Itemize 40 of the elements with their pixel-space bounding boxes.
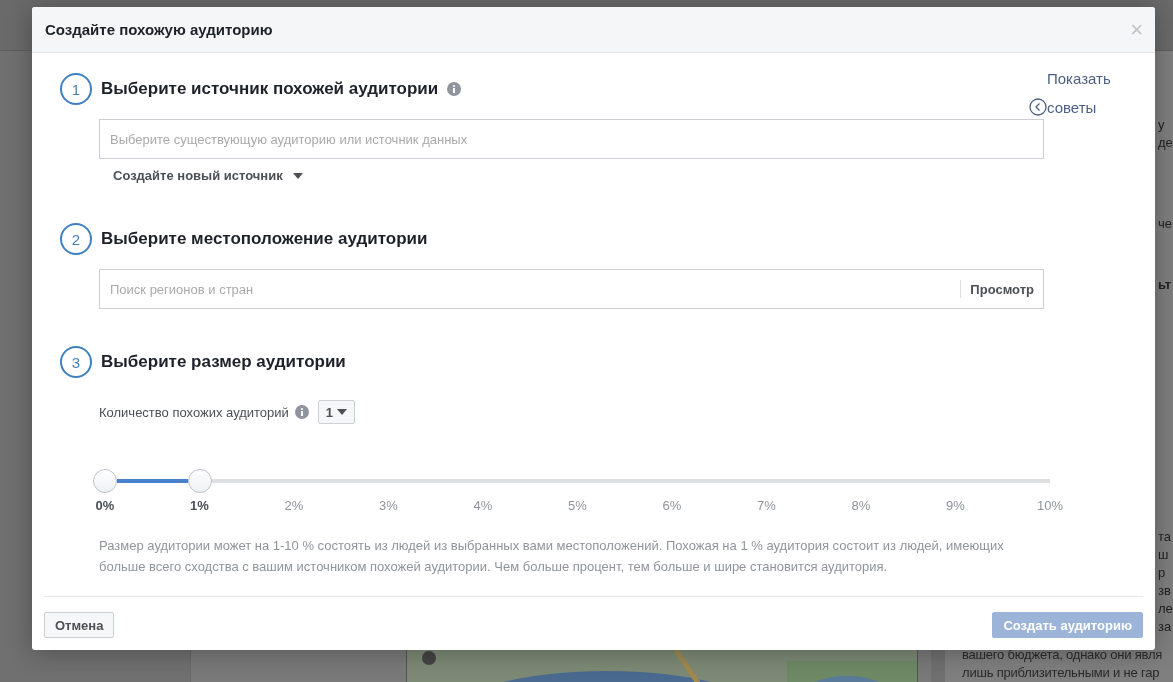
background-text: ш	[1158, 546, 1169, 565]
section-title: Выберите источник похожей аудитории	[101, 79, 439, 99]
background-text: лишь приблизительными и не гар	[962, 664, 1160, 682]
source-field[interactable]: Выберите существующую аудиторию или источник данных	[99, 119, 1044, 159]
background-text: зв	[1158, 582, 1171, 601]
tick-label: 7%	[757, 498, 776, 513]
tick-label: 10%	[1037, 498, 1063, 513]
tick-label: 3%	[379, 498, 398, 513]
background-text: р	[1158, 564, 1166, 583]
show-tips-link[interactable]: Показать советы	[1029, 64, 1119, 122]
background-text: ьт	[1158, 276, 1172, 295]
section-title: Выберите размер аудитории	[101, 352, 346, 372]
size-description: Размер аудитории может на 1-10 % состоять из людей из выбранных вами местоположений. Похожая на 1 % аудитория состоит из людей, имеющих больше всего сходства с вашим источником похожей аудитории. Чем больше процент, тем больше и шире становится аудитория.	[99, 537, 1005, 576]
background-text: че	[1158, 214, 1172, 233]
step-number: 2	[60, 223, 92, 255]
count-dropdown[interactable]: 1	[317, 400, 356, 424]
background-text: вашего бюджета, однако они явля	[962, 646, 1163, 664]
step-number: 3	[60, 346, 92, 378]
tick-label: 1%	[190, 498, 209, 513]
location-search-field[interactable]: Поиск регионов и стран	[100, 270, 961, 308]
background-text: та	[1158, 528, 1172, 547]
background-text: у	[1158, 115, 1165, 134]
create-source-link[interactable]: Создайте новый источник	[113, 168, 303, 183]
background-text: де	[1158, 133, 1173, 152]
tick-label: 5%	[568, 498, 587, 513]
tick-label: 6%	[662, 498, 682, 513]
browse-button[interactable]: Просмотр	[960, 280, 1043, 298]
tick-label: 9%	[946, 498, 965, 513]
tick-label: 2%	[284, 498, 304, 513]
search-field[interactable]: Поиск регионов и стран Просмотр	[99, 269, 1044, 309]
background-text: ле	[1158, 600, 1173, 619]
section-title: Выберите местоположение аудитории	[101, 229, 428, 249]
dialog-title: Создайте похожую аудиторию	[45, 21, 273, 38]
tick-label: 4%	[473, 498, 493, 513]
step-number: 1	[60, 73, 92, 105]
count-label: Количество похожих аудиторий	[99, 404, 289, 420]
tick-label: 0%	[95, 498, 115, 513]
tick-label: 8%	[851, 498, 871, 513]
cancel-button[interactable]: Отмена	[44, 612, 115, 638]
background-text: за	[1158, 618, 1172, 637]
